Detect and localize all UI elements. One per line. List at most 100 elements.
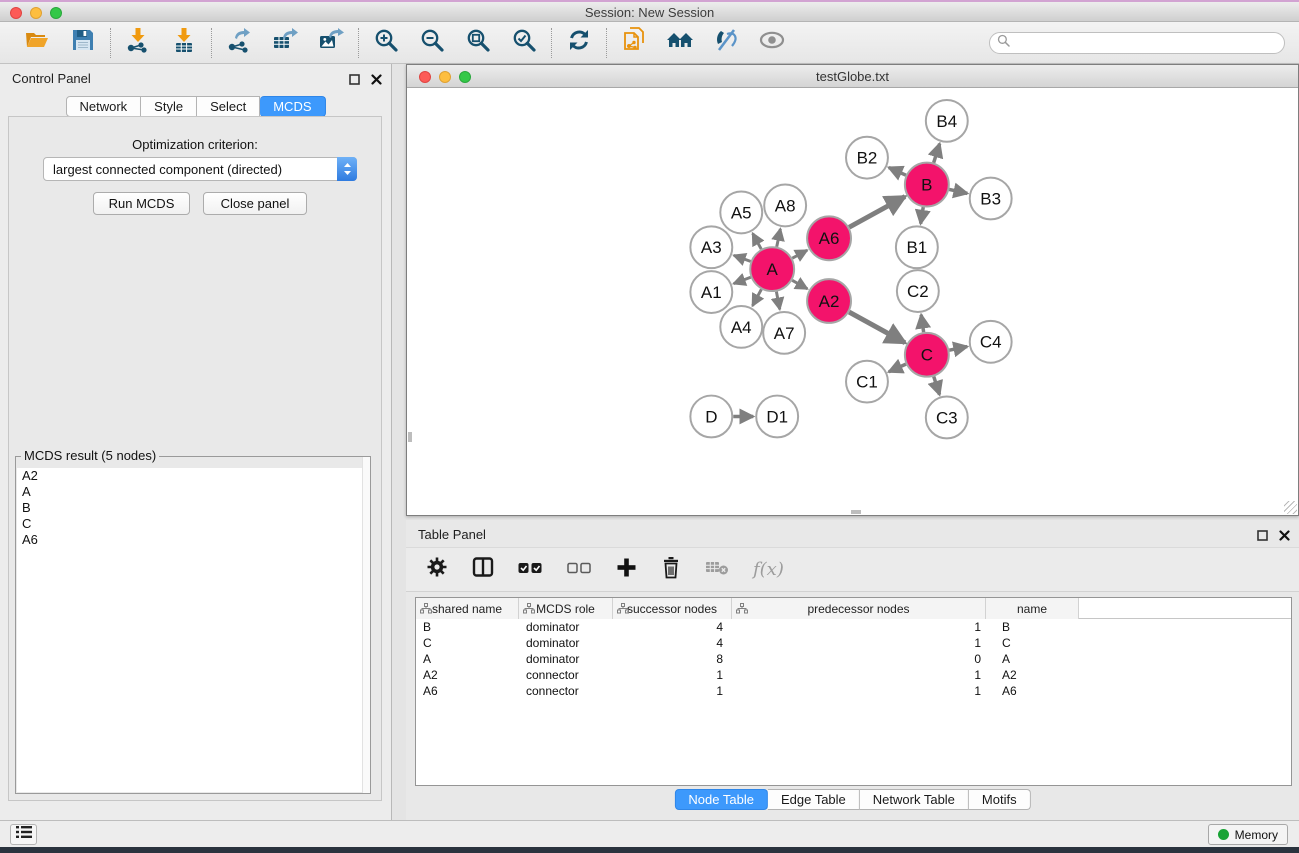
zoom-selected-button[interactable] bbox=[509, 28, 539, 58]
column-header[interactable]: predecessor nodes bbox=[732, 598, 986, 619]
close-panel-button[interactable]: Close panel bbox=[203, 192, 307, 215]
result-item[interactable]: B bbox=[17, 500, 369, 516]
close-panel-icon[interactable] bbox=[371, 72, 382, 90]
result-item[interactable]: A bbox=[17, 484, 369, 500]
delete-table-button[interactable] bbox=[705, 559, 729, 580]
tab-style[interactable]: Style bbox=[141, 96, 197, 117]
open-folder-button[interactable] bbox=[22, 28, 52, 58]
table-cell: A6 bbox=[986, 683, 1079, 699]
float-panel-icon[interactable] bbox=[1257, 528, 1268, 546]
node-label: C bbox=[921, 346, 933, 365]
zoom-in-button[interactable] bbox=[371, 28, 401, 58]
table-row[interactable]: A6connector11A6 bbox=[416, 683, 1291, 699]
function-builder-button[interactable]: f(x) bbox=[753, 559, 784, 580]
save-session-button[interactable] bbox=[68, 28, 98, 58]
eye-button[interactable] bbox=[757, 28, 787, 58]
edge-B-B4[interactable] bbox=[934, 144, 940, 163]
node-label: B3 bbox=[980, 189, 1001, 208]
table-cell: A6 bbox=[416, 683, 519, 699]
result-scrollbar[interactable] bbox=[362, 457, 370, 793]
result-item[interactable]: A6 bbox=[17, 532, 369, 548]
export-network-button[interactable] bbox=[224, 28, 254, 58]
tab-motifs[interactable]: Motifs bbox=[969, 789, 1031, 810]
edge-A-A2[interactable] bbox=[792, 280, 807, 288]
float-panel-icon[interactable] bbox=[349, 72, 360, 90]
column-header[interactable]: shared name bbox=[416, 598, 519, 619]
table-cell: 4 bbox=[613, 619, 732, 635]
result-item[interactable]: C bbox=[17, 516, 369, 532]
table-cell: C bbox=[416, 635, 519, 651]
create-column-button[interactable] bbox=[616, 557, 637, 583]
node-label: C2 bbox=[907, 282, 929, 301]
edge-A6-B[interactable] bbox=[849, 197, 905, 228]
table-row[interactable]: A2connector11A2 bbox=[416, 667, 1291, 683]
criterion-value: largest connected component (directed) bbox=[44, 162, 337, 177]
table-cell: A bbox=[986, 651, 1079, 667]
table-cell: A bbox=[416, 651, 519, 667]
home-houses-button[interactable] bbox=[665, 28, 695, 58]
table-settings-button[interactable] bbox=[426, 556, 448, 583]
table-tabs: Node Table Edge Table Network Table Moti… bbox=[674, 789, 1030, 810]
memory-button[interactable]: Memory bbox=[1208, 824, 1288, 845]
edge-B-B2[interactable] bbox=[889, 167, 906, 175]
table-row[interactable]: Bdominator41B bbox=[416, 619, 1291, 635]
gear-icon bbox=[426, 556, 448, 583]
select-all-button[interactable] bbox=[518, 561, 543, 579]
column-header[interactable]: successor nodes bbox=[613, 598, 732, 619]
import-table-button[interactable] bbox=[169, 28, 199, 58]
run-mcds-button[interactable]: Run MCDS bbox=[93, 192, 190, 215]
table-row[interactable]: Cdominator41C bbox=[416, 635, 1291, 651]
column-header[interactable]: name bbox=[986, 598, 1079, 619]
import-network-button[interactable] bbox=[123, 28, 153, 58]
node-table[interactable]: shared nameMCDS rolesuccessor nodesprede… bbox=[415, 597, 1292, 786]
criterion-dropdown[interactable]: largest connected component (directed) bbox=[43, 157, 357, 181]
edge-A-A4[interactable] bbox=[753, 289, 762, 305]
delete-column-button[interactable] bbox=[661, 556, 681, 584]
graphics-details-button[interactable] bbox=[711, 28, 741, 58]
column-header[interactable]: MCDS role bbox=[519, 598, 613, 619]
edge-A-A1[interactable] bbox=[734, 277, 751, 283]
export-image-button[interactable] bbox=[316, 28, 346, 58]
result-item[interactable]: A2 bbox=[17, 468, 369, 484]
table-row[interactable]: Adominator80A bbox=[416, 651, 1291, 667]
zoom-fit-button[interactable] bbox=[463, 28, 493, 58]
tab-node-table[interactable]: Node Table bbox=[674, 789, 768, 810]
resize-grip[interactable] bbox=[1284, 501, 1297, 514]
edge-C-C1[interactable] bbox=[889, 364, 906, 372]
copy-network-button[interactable] bbox=[619, 28, 649, 58]
network-canvas[interactable]: B4B2BB3A8A5A6A3B1AA1C2A2A4A7C4CC1C3DD1 bbox=[407, 89, 1298, 515]
search-field[interactable] bbox=[989, 32, 1285, 54]
edge-A-A6[interactable] bbox=[792, 250, 807, 258]
task-history-button[interactable] bbox=[10, 824, 37, 845]
tab-edge-table[interactable]: Edge Table bbox=[768, 789, 860, 810]
table-cell: 1 bbox=[732, 667, 986, 683]
edge-A-A3[interactable] bbox=[734, 255, 751, 261]
deselect-all-button[interactable] bbox=[567, 561, 592, 579]
edge-A-A8[interactable] bbox=[777, 229, 781, 247]
save-icon bbox=[71, 28, 95, 57]
tab-network[interactable]: Network bbox=[65, 96, 141, 117]
houses-icon bbox=[666, 28, 694, 57]
edge-B-B3[interactable] bbox=[949, 189, 967, 193]
edge-A-A5[interactable] bbox=[753, 233, 762, 249]
close-panel-icon[interactable] bbox=[1279, 528, 1290, 546]
edge-A-A7[interactable] bbox=[776, 292, 779, 310]
show-columns-button[interactable] bbox=[472, 556, 494, 583]
network-window-titlebar[interactable]: testGlobe.txt bbox=[407, 65, 1298, 88]
tab-mcds[interactable]: MCDS bbox=[260, 96, 325, 117]
edge-C-C3[interactable] bbox=[934, 377, 940, 395]
tab-network-table[interactable]: Network Table bbox=[860, 789, 969, 810]
zoom-out-button[interactable] bbox=[417, 28, 447, 58]
edge-A2-C[interactable] bbox=[849, 312, 905, 343]
edge-B-B1[interactable] bbox=[921, 207, 924, 224]
edge-C-C4[interactable] bbox=[949, 347, 967, 351]
export-table-button[interactable] bbox=[270, 28, 300, 58]
node-label: A6 bbox=[819, 229, 840, 248]
tab-select[interactable]: Select bbox=[197, 96, 260, 117]
table-toolbar: f(x) bbox=[406, 547, 1299, 592]
refresh-button[interactable] bbox=[564, 28, 594, 58]
status-bar: Memory bbox=[0, 820, 1299, 847]
edge-C-C2[interactable] bbox=[921, 315, 923, 332]
search-input[interactable] bbox=[1014, 34, 1284, 52]
node-label: B2 bbox=[857, 149, 878, 168]
